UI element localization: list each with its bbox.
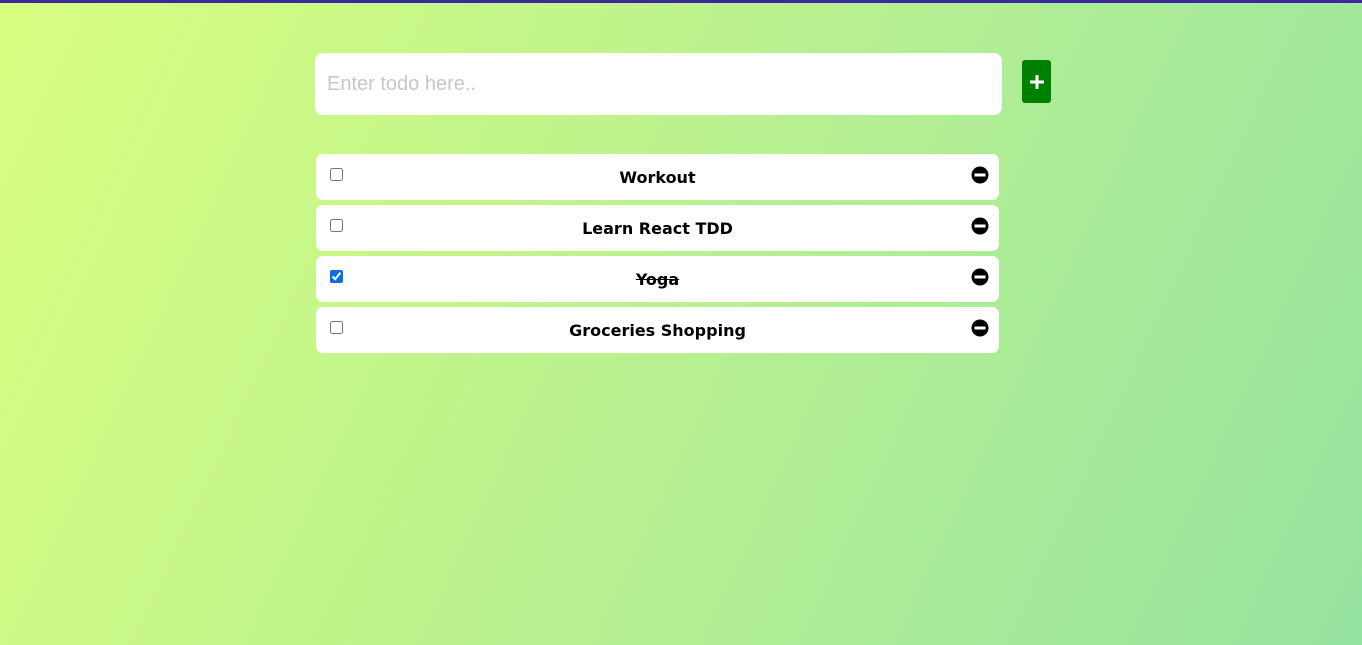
todo-text: Workout (619, 168, 696, 187)
todo-checkbox[interactable] (330, 168, 343, 181)
minus-circle-icon (971, 319, 989, 337)
todo-checkbox[interactable] (330, 270, 343, 283)
todo-item: Workout (316, 154, 999, 200)
todo-list: Workout Learn React TDD Yoga Groceries S… (316, 154, 999, 358)
todo-input-row (315, 53, 1052, 115)
todo-text: Yoga (635, 270, 680, 289)
remove-todo-button[interactable] (971, 217, 989, 235)
plus-icon (1029, 74, 1044, 89)
todo-checkbox[interactable] (330, 321, 343, 334)
minus-circle-icon (971, 217, 989, 235)
todo-text: Groceries Shopping (569, 321, 746, 340)
minus-circle-icon (971, 268, 989, 286)
minus-circle-icon (971, 166, 989, 184)
todo-checkbox[interactable] (330, 219, 343, 232)
todo-input[interactable] (315, 53, 1002, 115)
remove-todo-button[interactable] (971, 268, 989, 286)
todo-item: Groceries Shopping (316, 307, 999, 353)
remove-todo-button[interactable] (971, 166, 989, 184)
todo-item: Learn React TDD (316, 205, 999, 251)
todo-text: Learn React TDD (582, 219, 733, 238)
todo-item: Yoga (316, 256, 999, 302)
add-todo-button[interactable] (1022, 60, 1051, 103)
remove-todo-button[interactable] (971, 319, 989, 337)
top-border (0, 0, 1362, 3)
